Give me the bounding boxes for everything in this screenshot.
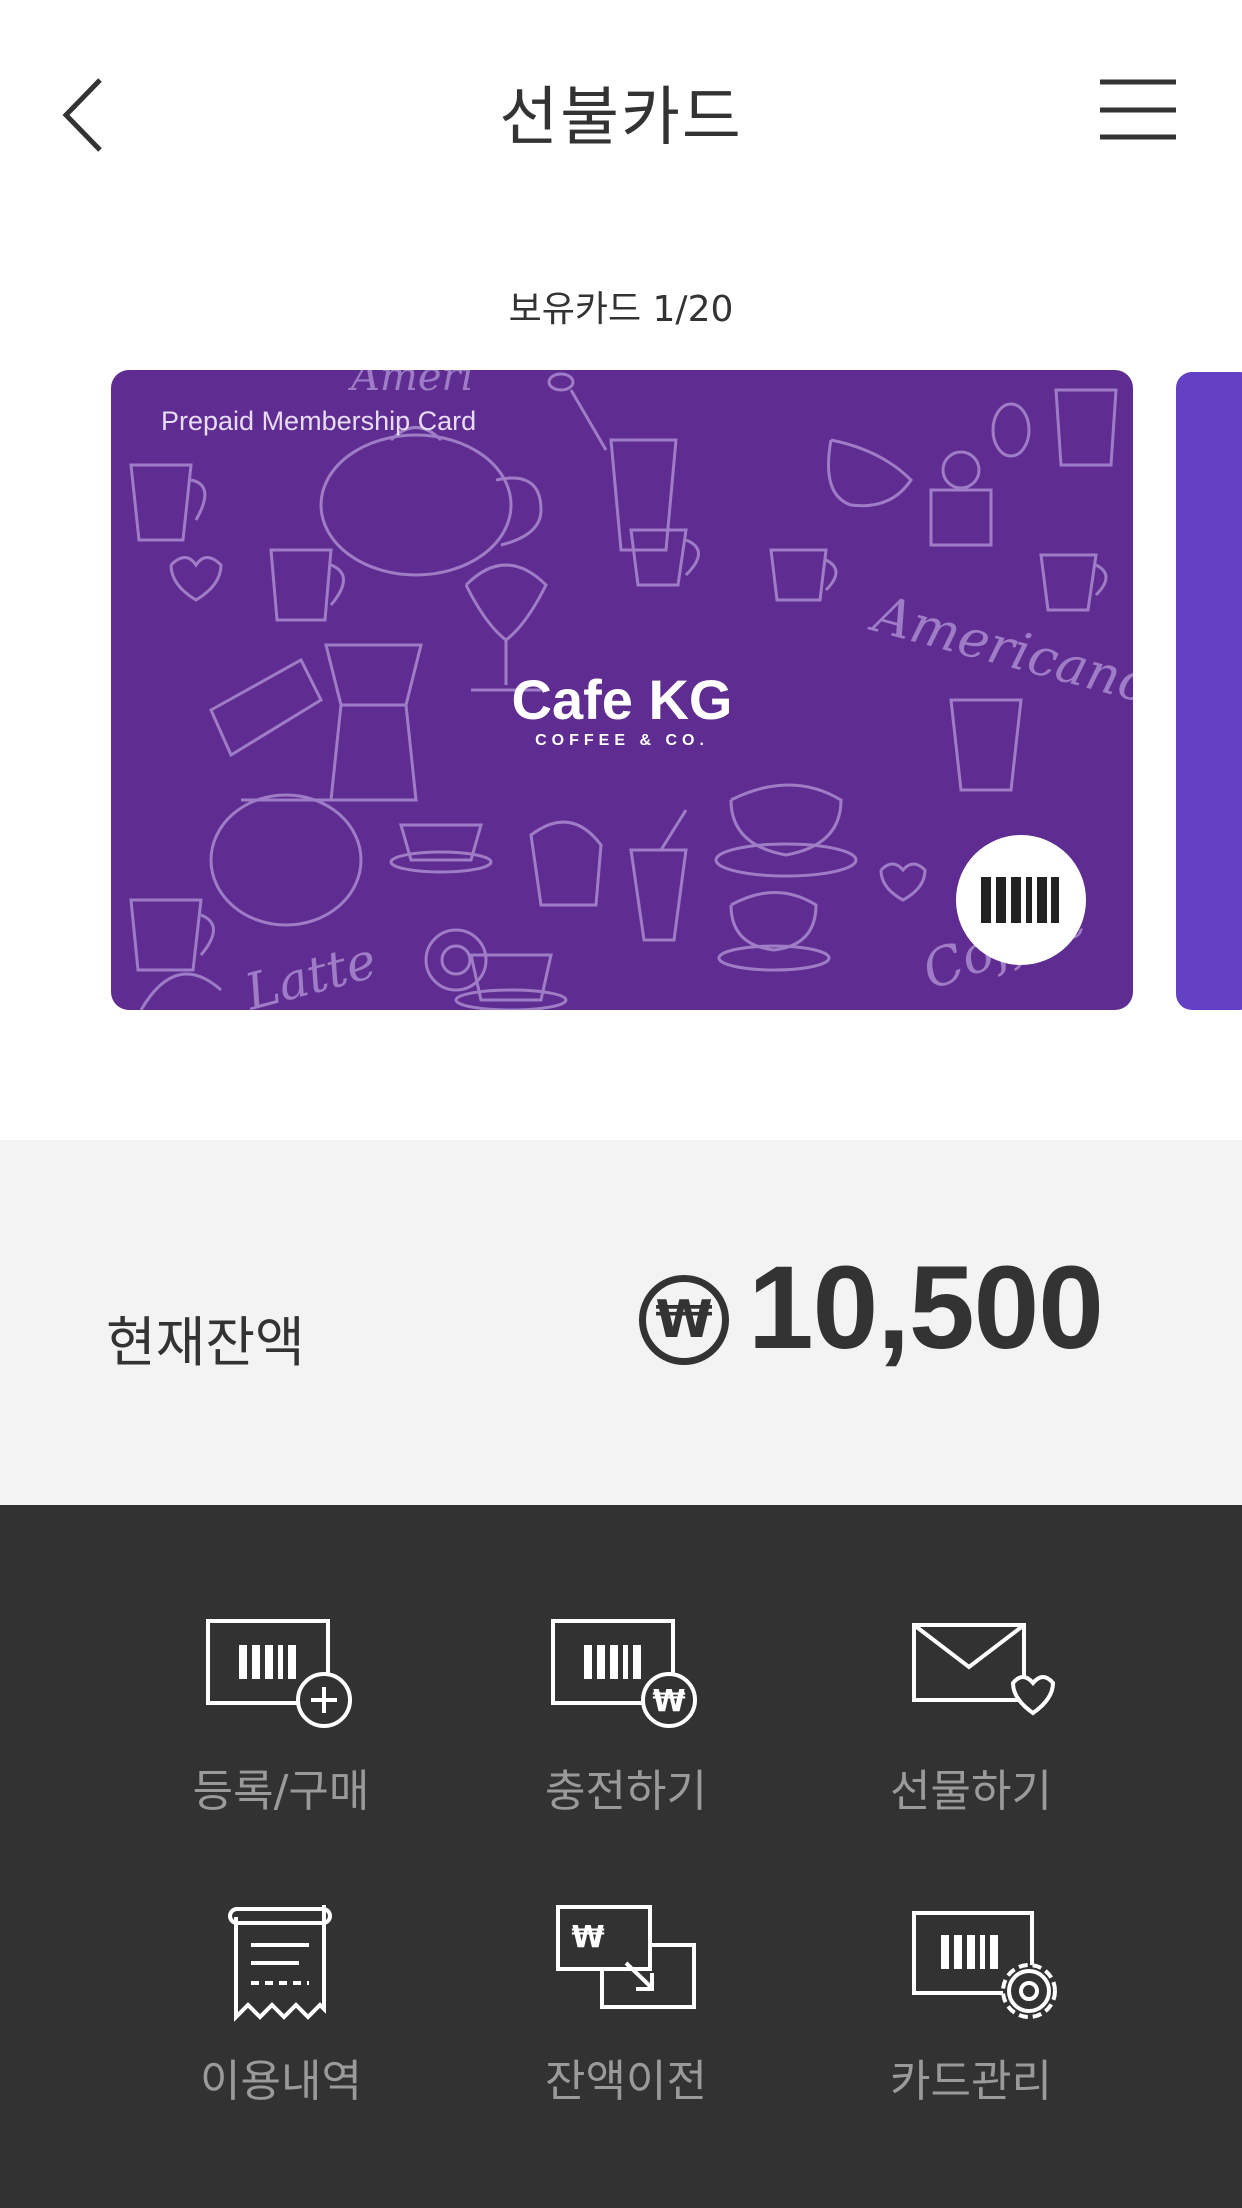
- card-count: 보유카드 1/20: [508, 289, 734, 330]
- card-charge-icon: ₩: [551, 1619, 697, 1728]
- header: 선불카드: [0, 0, 1242, 220]
- menu-label: 잔액이전: [545, 2056, 707, 2107]
- card-type-label: Prepaid Membership Card: [161, 406, 477, 436]
- barcode-icon: [981, 877, 1059, 923]
- barcode-button[interactable]: [956, 835, 1086, 965]
- menu-register-purchase[interactable]: 등록/구매: [131, 1615, 431, 1875]
- card-settings-icon: [912, 1911, 1057, 2019]
- svg-text:₩: ₩: [652, 1684, 685, 1719]
- hamburger-menu-icon: [1100, 79, 1176, 140]
- card-add-icon: [206, 1619, 352, 1728]
- menu-label: 충전하기: [545, 1766, 707, 1817]
- brand-subtitle: COFFEE & CO.: [535, 732, 709, 749]
- action-menu: 등록/구매 ₩ 충전하기 선물하기 이용내역 ₩ 잔액이전 카드관리: [0, 1505, 1242, 2208]
- balance-section: 현재잔액 ₩ 10,500: [0, 1140, 1242, 1505]
- menu-charge[interactable]: ₩ 충전하기: [476, 1615, 776, 1875]
- menu-card-management[interactable]: 카드관리: [821, 1905, 1121, 2165]
- balance-transfer-icon: ₩: [556, 1905, 696, 2009]
- prepaid-card[interactable]: Americano Coffee Latte Ameri Prepaid Mem…: [111, 370, 1133, 1010]
- gift-envelope-icon: [912, 1623, 1056, 1716]
- menu-label: 카드관리: [890, 2056, 1052, 2107]
- svg-text:Latte: Latte: [238, 931, 382, 1010]
- menu-label: 등록/구매: [192, 1766, 370, 1817]
- menu-label: 선물하기: [890, 1766, 1052, 1817]
- svg-text:Ameri: Ameri: [347, 370, 473, 400]
- menu-label: 이용내역: [200, 2056, 362, 2107]
- balance-amount: 10,500: [748, 1242, 1104, 1374]
- next-card-peek[interactable]: [1176, 372, 1242, 1010]
- menu-gift[interactable]: 선물하기: [821, 1615, 1121, 1875]
- balance-label: 현재잔액: [106, 1311, 305, 1374]
- brand-logo: Cafe KG COFFEE & CO.: [111, 670, 1133, 750]
- svg-text:₩: ₩: [571, 1920, 604, 1955]
- menu-button[interactable]: [1090, 70, 1180, 150]
- brand-name: Cafe KG: [511, 668, 733, 731]
- receipt-icon: [228, 1905, 332, 2022]
- won-currency-icon: ₩: [639, 1275, 729, 1365]
- menu-balance-transfer[interactable]: ₩ 잔액이전: [476, 1905, 776, 2165]
- menu-history[interactable]: 이용내역: [131, 1905, 431, 2165]
- page-title: 선불카드: [499, 81, 743, 155]
